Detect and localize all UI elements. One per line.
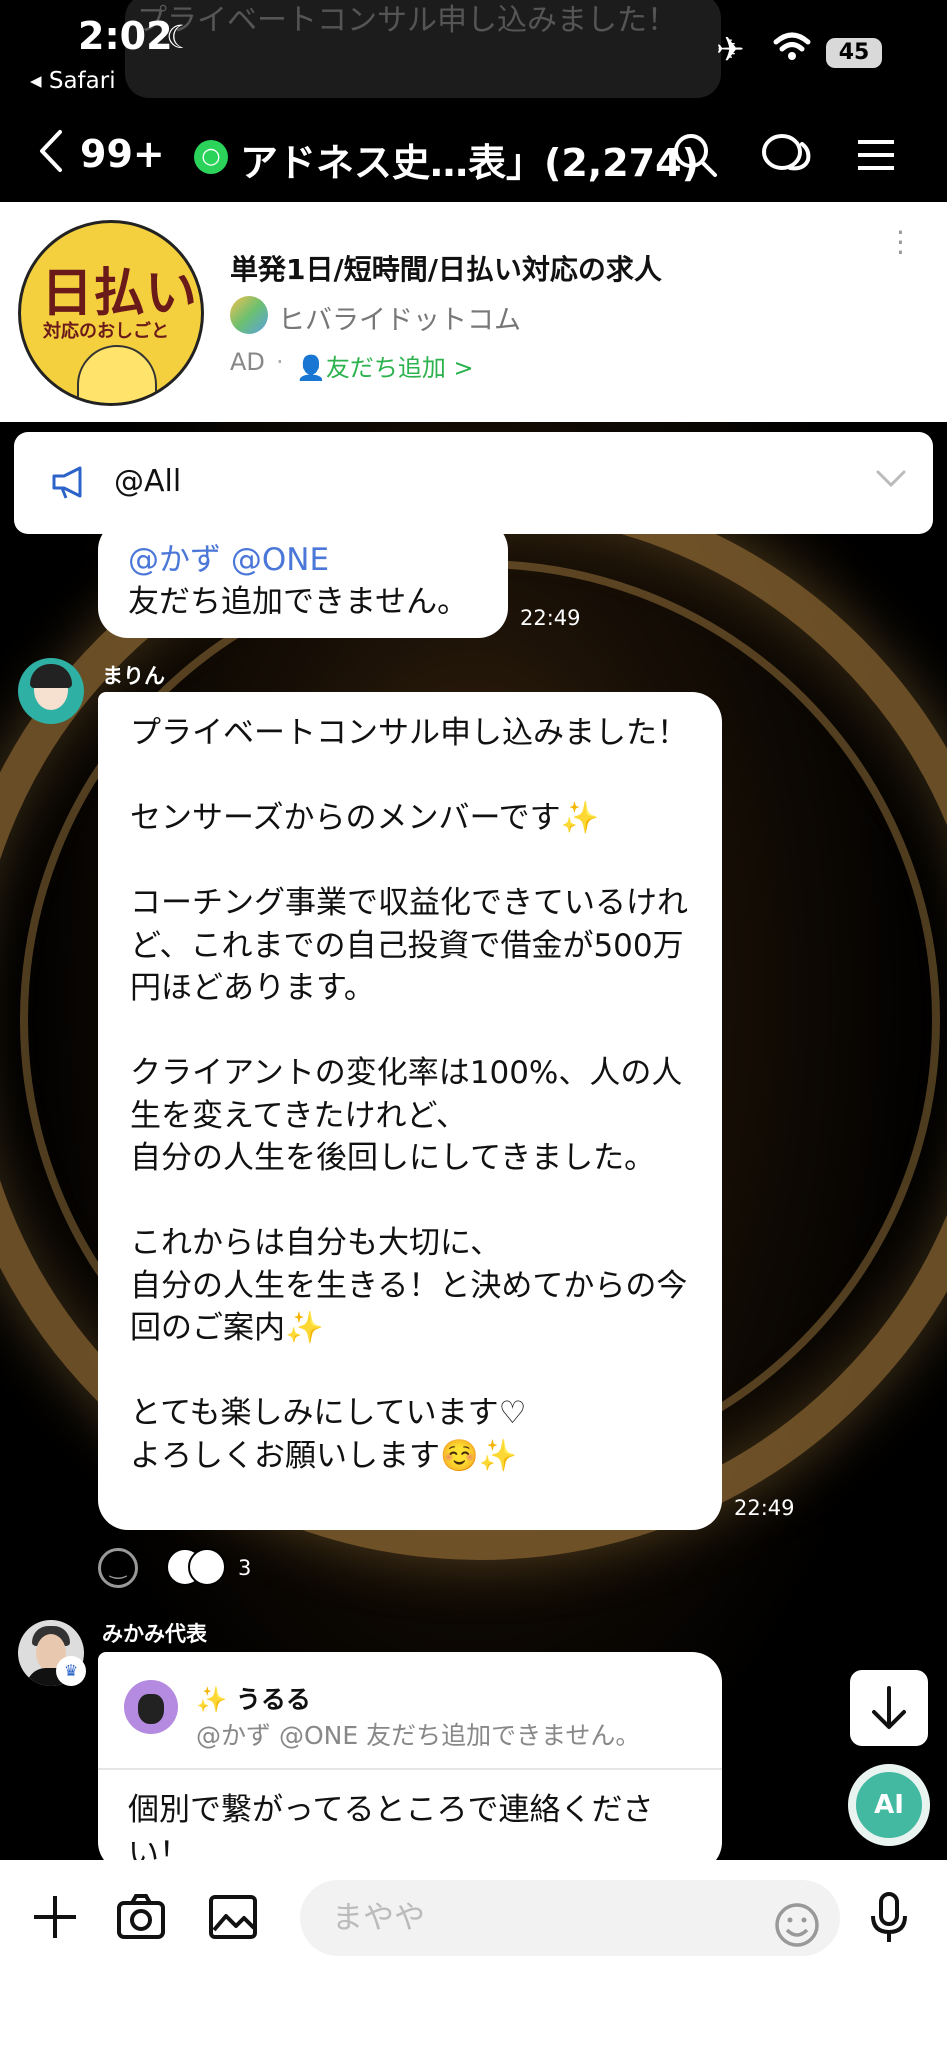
status-bar: プライベートコンサル申し込みました！ 2:02 ☾ ◂ Safari ✈ 45 bbox=[0, 0, 947, 110]
moon-icon: ☾ bbox=[166, 18, 195, 56]
chat-bubbles-icon[interactable] bbox=[760, 130, 811, 180]
unread-count[interactable]: 99+ bbox=[80, 132, 165, 176]
more-options-icon[interactable]: · · · bbox=[896, 219, 905, 267]
scroll-to-bottom-button[interactable] bbox=[850, 1670, 928, 1746]
community-icon: ○ bbox=[194, 140, 228, 174]
announcement-text: @All bbox=[114, 464, 182, 499]
message-timestamp: 22:49 bbox=[734, 1496, 795, 1520]
back-to-app-link[interactable]: ◂ Safari bbox=[30, 68, 116, 94]
reply-quote[interactable]: @かず @ONE 友だち追加できません。 bbox=[196, 1716, 640, 1752]
chevron-left-icon[interactable] bbox=[36, 126, 66, 187]
message-input-placeholder: まやや bbox=[332, 1900, 425, 1936]
ad-banner[interactable]: 日払い 対応のおしごと 単発1日/短時間/日払い対応の求人 ヒバライドットコム … bbox=[0, 202, 947, 422]
ad-logo-line1: 日払い bbox=[41, 263, 198, 324]
add-friend-icon: 👤 bbox=[296, 354, 326, 382]
sender-name: みかみ代表 bbox=[102, 1622, 207, 1646]
reply-divider bbox=[98, 1768, 722, 1770]
add-friend-link[interactable]: 👤友だち追加 > bbox=[296, 348, 474, 383]
image-icon[interactable] bbox=[206, 1890, 260, 1944]
menu-icon[interactable] bbox=[854, 130, 904, 180]
mention-text[interactable]: @かず @ONE bbox=[128, 534, 329, 579]
plus-icon[interactable] bbox=[28, 1890, 82, 1944]
chevron-down-icon[interactable] bbox=[874, 468, 908, 494]
message-timestamp: 22:49 bbox=[520, 606, 581, 630]
ai-button[interactable]: AI bbox=[848, 1764, 930, 1846]
megaphone-icon bbox=[50, 464, 90, 504]
camera-icon[interactable] bbox=[114, 1890, 168, 1944]
notification-ghost: プライベートコンサル申し込みました！ bbox=[125, 0, 721, 98]
message-input[interactable]: まやや bbox=[300, 1880, 840, 1956]
emoji-icon[interactable] bbox=[772, 1900, 826, 1954]
ad-separator: · bbox=[276, 348, 284, 376]
ad-tag: AD bbox=[230, 348, 265, 376]
reply-sender: ✨ うるる bbox=[196, 1685, 311, 1714]
ghost-text: プライベートコンサル申し込みました！ bbox=[137, 3, 677, 38]
add-friend-label: 友だち追加 > bbox=[325, 354, 474, 382]
clock: 2:02 bbox=[78, 14, 173, 58]
ad-headline[interactable]: 単発1日/短時間/日払い対応の求人 bbox=[230, 248, 662, 288]
message-bubble[interactable]: ✨ うるる @かず @ONE 友だち追加できません。 個別で繋がってるところで連… bbox=[98, 1652, 722, 1872]
battery-indicator: 45 bbox=[826, 38, 882, 68]
add-reaction-icon[interactable] bbox=[98, 1548, 138, 1588]
sender-name: まりん bbox=[102, 664, 165, 688]
reaction-sticker bbox=[188, 1548, 226, 1586]
message-bubble[interactable]: @かず @ONE 友だち追加できません。 bbox=[98, 520, 508, 638]
airplane-icon: ✈ bbox=[716, 30, 745, 70]
message-text: 友だち追加できません。 bbox=[128, 584, 469, 620]
avatar[interactable] bbox=[18, 658, 84, 724]
reply-avatar bbox=[124, 1680, 178, 1734]
composer-bar: まやや bbox=[0, 1860, 947, 2048]
wifi-icon bbox=[772, 30, 812, 70]
brand-icon bbox=[230, 296, 268, 334]
ad-logo: 日払い 対応のおしごと bbox=[18, 220, 204, 406]
ad-logo-line2: 対応のおしごと bbox=[43, 321, 169, 342]
announcement-bar[interactable]: @All bbox=[14, 432, 933, 534]
message-bubble[interactable]: プライベートコンサル申し込みました！ センサーズからのメンバーです✨ コーチング… bbox=[98, 692, 722, 1530]
avatar-hair bbox=[30, 664, 72, 688]
search-icon[interactable] bbox=[670, 130, 720, 180]
duck-icon bbox=[77, 345, 157, 403]
arrow-down-icon bbox=[872, 1686, 906, 1729]
reaction-stickers[interactable] bbox=[166, 1548, 228, 1588]
message-text: プライベートコンサル申し込みました！ センサーズからのメンバーです✨ コーチング… bbox=[130, 715, 688, 1474]
ad-brand: ヒバライドットコム bbox=[278, 305, 521, 336]
crown-icon: ♛ bbox=[56, 1656, 86, 1686]
chat-header: 99+ ○ アドネス史…表」(2,274) bbox=[0, 110, 947, 202]
microphone-icon[interactable] bbox=[862, 1890, 916, 1944]
reaction-count: 3 bbox=[238, 1556, 252, 1580]
room-title[interactable]: アドネス史…表」(2,274) bbox=[240, 132, 699, 187]
